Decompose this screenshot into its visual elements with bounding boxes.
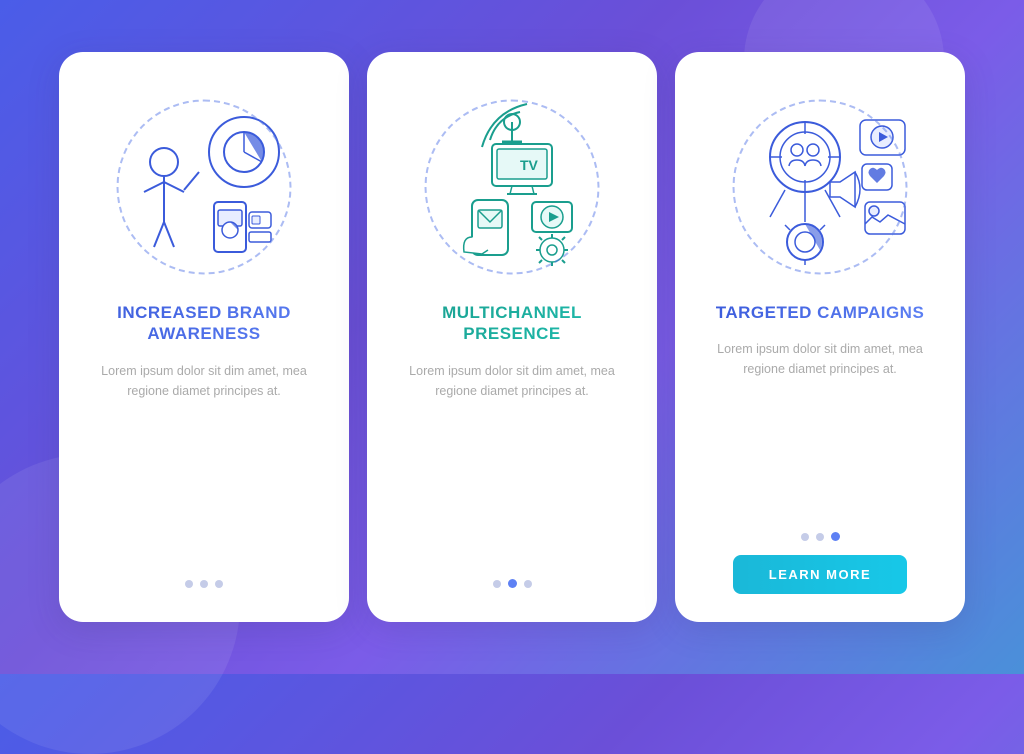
dot-2-1 [493,580,501,588]
card-2-desc: Lorem ipsum dolor sit dim amet, mea regi… [391,361,633,401]
dot-3-3 [831,532,840,541]
card-3-dots [801,532,840,541]
cards-container: INCREASED BRAND AWARENESS Lorem ipsum do… [59,52,965,622]
learn-more-button[interactable]: LEARN MORE [733,555,907,594]
dashed-circle-1 [117,100,292,275]
card-3-title: TARGETED CAMPAIGNS [716,302,925,323]
dot-1-3 [215,580,223,588]
dot-3-2 [816,533,824,541]
card-1-title: INCREASED BRAND AWARENESS [83,302,325,345]
card-1-desc: Lorem ipsum dolor sit dim amet, mea regi… [83,361,325,401]
card-multichannel: TV [367,52,657,622]
card-2-title: MULTICHANNEL PRESENCE [391,302,633,345]
card-targeted-campaigns: TARGETED CAMPAIGNS Lorem ipsum dolor sit… [675,52,965,622]
dot-1-1 [185,580,193,588]
illustration-multichannel: TV [402,82,622,292]
illustration-brand-awareness [94,82,314,292]
dashed-circle-2 [425,100,600,275]
dot-2-2 [508,579,517,588]
card-1-dots [185,580,223,588]
card-3-desc: Lorem ipsum dolor sit dim amet, mea regi… [699,339,941,379]
dot-2-3 [524,580,532,588]
dot-1-2 [200,580,208,588]
dashed-circle-3 [733,100,908,275]
card-2-dots [493,579,532,588]
dot-3-1 [801,533,809,541]
illustration-targeted [710,82,930,292]
card-brand-awareness: INCREASED BRAND AWARENESS Lorem ipsum do… [59,52,349,622]
